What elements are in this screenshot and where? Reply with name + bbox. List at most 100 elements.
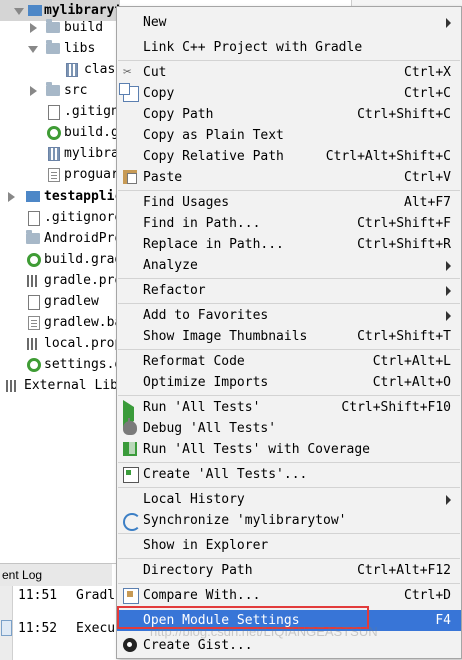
menu-item-optimize-imports[interactable]: Optimize Imports Ctrl+Alt+O: [117, 372, 461, 393]
paste-icon: [123, 170, 137, 184]
menu-item-debug-all-tests[interactable]: Debug 'All Tests': [117, 418, 461, 439]
menu-item-label: Run 'All Tests': [143, 400, 261, 415]
tree-item-gradle-properties[interactable]: gradle.pro: [0, 270, 123, 291]
submenu-arrow-icon: [446, 311, 451, 321]
module-icon: [28, 5, 42, 16]
menu-item-label: Copy: [143, 86, 175, 101]
menu-item-add-to-favorites[interactable]: Add to Favorites: [117, 305, 461, 326]
tree-item-gitignore[interactable]: .gitign: [0, 101, 120, 122]
event-text: Execu: [76, 621, 116, 636]
tree-item-iml[interactable]: mylibra: [0, 143, 120, 164]
menu-item-paste[interactable]: Paste Ctrl+V: [117, 167, 461, 188]
tree-item-root-gitignore[interactable]: .gitignore: [0, 207, 122, 228]
menu-item-copy[interactable]: Copy Ctrl+C: [117, 83, 461, 104]
tree-item-label: mylibra: [64, 146, 119, 161]
tree-item-build[interactable]: build: [0, 17, 120, 38]
menu-item-show-in-explorer[interactable]: Show in Explorer: [117, 535, 461, 556]
menu-item-shortcut: Ctrl+Alt+O: [372, 375, 451, 390]
debug-icon: [123, 418, 137, 435]
menu-item-find-in-path[interactable]: Find in Path... Ctrl+Shift+F: [117, 213, 461, 234]
tree-item-label: gradlew: [44, 294, 99, 309]
menu-item-run-with-coverage[interactable]: Run 'All Tests' with Coverage: [117, 439, 461, 460]
tree-item-libs[interactable]: libs: [0, 38, 120, 59]
menu-item-new[interactable]: New: [117, 12, 461, 33]
tree-item-root-build-gradle[interactable]: build.grad: [0, 249, 122, 270]
menu-item-label: Link C++ Project with Gradle: [143, 40, 363, 55]
tree-item-label: settings.g: [44, 357, 123, 372]
tree-item-gradlew[interactable]: gradlew: [0, 291, 120, 312]
menu-item-copy-plain-text[interactable]: Copy as Plain Text: [117, 125, 461, 146]
expand-arrow-icon[interactable]: [30, 23, 37, 33]
menu-item-label: Copy as Plain Text: [143, 128, 284, 143]
menu-item-shortcut: Ctrl+Shift+C: [357, 107, 451, 122]
submenu-arrow-icon: [446, 286, 451, 296]
submenu-arrow-icon: [446, 261, 451, 271]
menu-item-find-usages[interactable]: Find Usages Alt+F7: [117, 192, 461, 213]
menu-item-show-image-thumbnails[interactable]: Show Image Thumbnails Ctrl+Shift+T: [117, 326, 461, 347]
tree-item-classes-jar[interactable]: clas: [0, 59, 120, 80]
menu-item-directory-path[interactable]: Directory Path Ctrl+Alt+F12: [117, 560, 461, 581]
menu-item-label: Compare With...: [143, 588, 261, 603]
menu-item-shortcut: Ctrl+Shift+R: [357, 237, 451, 252]
tree-item-local-properties[interactable]: local.prop: [0, 333, 122, 354]
menu-item-synchronize[interactable]: Synchronize 'mylibrarytow': [117, 510, 461, 531]
tree-item-label: .gitign: [64, 104, 119, 119]
menu-item-shortcut: Ctrl+Shift+F: [357, 216, 451, 231]
properties-icon: [27, 275, 39, 287]
menu-item-refactor[interactable]: Refactor: [117, 280, 461, 301]
tree-item-gradlew-bat[interactable]: gradlew.ba: [0, 312, 122, 333]
event-log-toolbar: [0, 586, 13, 660]
libraries-icon: [6, 380, 18, 392]
event-log-line: 11:51 Gradl: [18, 586, 115, 606]
menu-item-label: Synchronize 'mylibrarytow': [143, 513, 347, 528]
menu-item-shortcut: Ctrl+Alt+F12: [357, 563, 451, 578]
tree-item-build-gradle[interactable]: build.g: [0, 122, 120, 143]
tree-item-label: AndroidPro: [44, 231, 123, 246]
gradle-icon: [47, 126, 61, 140]
tree-item-label: proguar: [64, 167, 119, 182]
menu-item-replace-in-path[interactable]: Replace in Path... Ctrl+Shift+R: [117, 234, 461, 255]
menu-separator: [118, 533, 460, 534]
menu-item-label: Paste: [143, 170, 183, 185]
menu-item-copy-relative-path[interactable]: Copy Relative Path Ctrl+Alt+Shift+C: [117, 146, 461, 167]
event-log-tab[interactable]: ent Log: [0, 564, 112, 586]
menu-item-link-cpp[interactable]: Link C++ Project with Gradle: [117, 37, 461, 58]
menu-item-label: Local History: [143, 492, 245, 507]
sync-icon: [123, 513, 141, 531]
menu-item-run-all-tests[interactable]: Run 'All Tests' Ctrl+Shift+F10: [117, 397, 461, 428]
menu-item-local-history[interactable]: Local History: [117, 489, 461, 510]
menu-item-label: Copy Path: [143, 107, 214, 122]
menu-separator: [118, 462, 460, 463]
gradle-icon: [27, 358, 41, 372]
menu-separator: [118, 60, 460, 61]
tree-item-src[interactable]: src: [0, 80, 120, 101]
menu-item-cut[interactable]: ✂ Cut Ctrl+X: [117, 62, 461, 83]
expand-arrow-icon[interactable]: [30, 86, 37, 96]
tree-item-proguard[interactable]: proguar: [0, 164, 120, 185]
expand-arrow-icon[interactable]: [28, 46, 38, 53]
compare-icon: [123, 588, 139, 604]
menu-item-reformat-code[interactable]: Reformat Code Ctrl+Alt+L: [117, 351, 461, 372]
menu-item-copy-path[interactable]: Copy Path Ctrl+Shift+C: [117, 104, 461, 125]
tree-item-androidproject[interactable]: AndroidPro: [0, 228, 123, 249]
menu-item-label: Copy Relative Path: [143, 149, 284, 164]
menu-item-create-all-tests[interactable]: Create 'All Tests'...: [117, 464, 461, 485]
menu-item-label: Analyze: [143, 258, 198, 273]
expand-arrow-icon[interactable]: [14, 8, 24, 15]
menu-item-shortcut: Ctrl+Shift+T: [357, 329, 451, 344]
tree-item-external-libraries[interactable]: External Lib: [0, 375, 120, 396]
event-log-button[interactable]: [1, 620, 12, 636]
folder-icon: [46, 40, 60, 54]
menu-item-label: Directory Path: [143, 563, 253, 578]
submenu-arrow-icon: [446, 495, 451, 505]
expand-arrow-icon[interactable]: [8, 192, 15, 202]
menu-item-analyze[interactable]: Analyze: [117, 255, 461, 276]
tree-item-settings-gradle[interactable]: settings.g: [0, 354, 123, 375]
file-icon: [28, 295, 40, 310]
context-menu: New Link C++ Project with Gradle ✂ Cut C…: [116, 6, 462, 659]
tree-item-label: gradle.pro: [44, 273, 123, 288]
tree-item-testapplication[interactable]: testapplic: [0, 186, 122, 207]
menu-item-label: Find in Path...: [143, 216, 261, 231]
properties-icon: [27, 338, 39, 350]
menu-item-compare-with[interactable]: Compare With... Ctrl+D: [117, 585, 461, 606]
